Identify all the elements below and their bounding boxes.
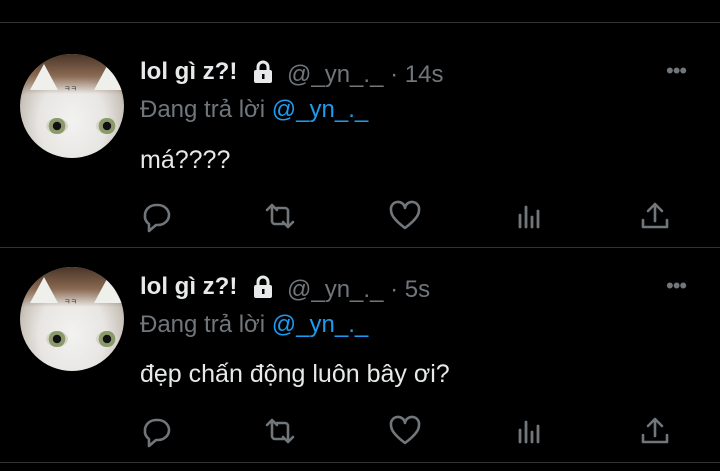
reply-mention[interactable]: @_yn_._ [272, 96, 368, 123]
timestamp[interactable]: · 14s [390, 61, 443, 88]
more-icon[interactable]: ••• [666, 58, 687, 84]
retweet-icon [265, 418, 295, 444]
reply-prefix: Đang trả lời [140, 311, 266, 338]
retweet-button[interactable] [263, 414, 297, 448]
share-button[interactable] [638, 199, 672, 233]
handle[interactable]: @_yn_._ · 14s [287, 61, 443, 89]
views-button[interactable] [513, 414, 547, 448]
reply-prefix: Đang trả lời [140, 96, 266, 123]
views-button[interactable] [513, 199, 547, 233]
lock-icon [254, 275, 272, 298]
like-button[interactable] [388, 414, 422, 448]
reply-mention[interactable]: @_yn_._ [272, 311, 368, 338]
reply-button[interactable] [140, 414, 174, 448]
display-name[interactable]: lol gì z?! [140, 273, 237, 301]
avatar[interactable]: ㅋㅋ [20, 267, 124, 371]
timestamp[interactable]: · 5s [390, 276, 430, 303]
share-icon [641, 202, 669, 229]
like-icon [389, 200, 421, 230]
tweet-text: má???? [140, 146, 231, 174]
avatar[interactable]: ㅋㅋ [20, 54, 124, 158]
more-icon[interactable]: ••• [666, 273, 687, 299]
tweet-text: đẹp chấn động luôn bây ơi? [140, 360, 450, 388]
reply-icon [143, 203, 171, 233]
share-icon [641, 417, 669, 444]
reply-context: Đang trả lời @_yn_._ [140, 96, 368, 124]
tweet[interactable]: ㅋㅋ lol gì z?! @_yn_._ · 5s ••• Đang trả … [0, 247, 720, 467]
bottom-divider [0, 462, 720, 463]
handle-text[interactable]: @_yn_._ [287, 61, 383, 88]
display-name[interactable]: lol gì z?! [140, 58, 237, 86]
reply-icon [143, 418, 171, 448]
handle[interactable]: @_yn_._ · 5s [287, 276, 430, 304]
lock-icon [254, 60, 272, 83]
like-button[interactable] [388, 199, 422, 233]
like-icon [389, 415, 421, 445]
share-button[interactable] [638, 414, 672, 448]
retweet-icon [265, 203, 295, 229]
reply-button[interactable] [140, 199, 174, 233]
retweet-button[interactable] [263, 199, 297, 233]
tweet[interactable]: ㅋㅋ lol gì z?! @_yn_._ · 14s ••• Đang trả… [0, 22, 720, 242]
reply-context: Đang trả lời @_yn_._ [140, 311, 368, 339]
views-icon [518, 420, 540, 444]
handle-text[interactable]: @_yn_._ [287, 276, 383, 303]
views-icon [518, 205, 540, 229]
